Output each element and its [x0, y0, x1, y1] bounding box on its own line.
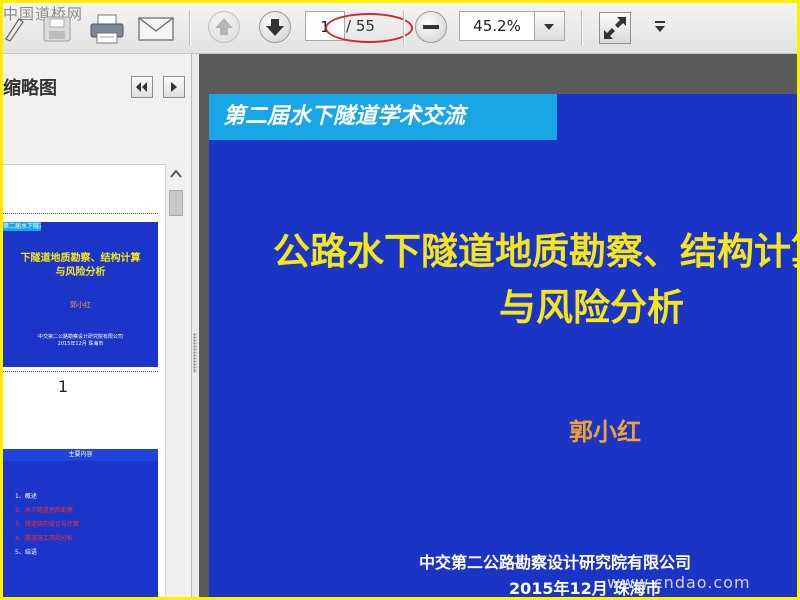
panel-options-button[interactable] — [163, 76, 185, 98]
full-screen-button[interactable] — [599, 12, 631, 44]
thumbnail-page-2[interactable]: 主要内容 1、概述 2、水下隧道地质勘察 3、隧道结构设计与计算 4、隧道施工风… — [3, 449, 158, 597]
collapse-panel-button[interactable] — [131, 76, 153, 98]
thumbnail-panel: 缩略图 第二届水下隧道学术交流 下隧道地质勘察、结构计算 与风险分析 郭小红 中… — [3, 54, 192, 597]
arrow-up-icon — [215, 18, 233, 35]
zoom-out-button[interactable] — [415, 11, 447, 43]
thumbnail-scrollbar[interactable] — [165, 164, 186, 597]
double-chevron-left-icon — [136, 82, 147, 92]
chevron-right-icon — [171, 82, 177, 92]
sign-pen-icon[interactable] — [3, 15, 25, 43]
red-highlight-ellipse — [325, 13, 413, 43]
slide-org: 中交第二公路勘察设计研究院有限公司 — [419, 553, 692, 572]
thumb-band: 第二届水下隧道学术交流 — [3, 222, 41, 231]
minus-icon — [423, 25, 439, 29]
thumb2-heading: 主要内容 — [3, 449, 158, 461]
thumb2-item: 3、隧道结构设计与计算 — [15, 521, 79, 528]
slide-band: 第二届水下隧道学术交流 — [209, 94, 557, 140]
thumbnail-page-1[interactable]: 第二届水下隧道学术交流 下隧道地质勘察、结构计算 与风险分析 郭小红 中交第二公… — [3, 222, 158, 367]
email-icon[interactable] — [137, 15, 175, 43]
thumb-org: 中交第二公路勘察设计研究院有限公司 2015年12月 珠海市 — [37, 334, 123, 347]
slide-author: 郭小红 — [569, 418, 641, 446]
arrow-down-icon — [266, 19, 284, 36]
thumbnail-page-label: 1 — [57, 377, 69, 396]
slide-page: 第二届水下隧道学术交流 公路水下隧道地质勘察、结构计算 与风险分析 郭小红 中交… — [209, 94, 797, 597]
save-icon[interactable] — [41, 13, 75, 45]
thumb2-item: 2、水下隧道地质勘察 — [15, 507, 73, 514]
thumb2-item: 4、隧道施工风险分析 — [15, 535, 73, 542]
scroll-thumb[interactable] — [169, 190, 183, 216]
next-page-button[interactable] — [259, 11, 291, 43]
scroll-up-icon[interactable] — [166, 164, 186, 184]
toolbar: 中国道桥网 1 / 55 45.2% — [3, 3, 797, 54]
panel-splitter[interactable] — [193, 333, 197, 373]
zoom-dropdown[interactable] — [535, 11, 565, 41]
thumb2-item: 1、概述 — [15, 493, 37, 500]
document-viewport[interactable]: 第二届水下隧道学术交流 公路水下隧道地质勘察、结构计算 与风险分析 郭小红 中交… — [199, 54, 797, 597]
slide-title: 公路水下隧道地质勘察、结构计算 与风险分析 — [273, 230, 797, 329]
previous-page-button[interactable] — [208, 11, 240, 43]
site-url-watermark: www.cndao.com — [607, 573, 751, 592]
toolbar-more-icon[interactable] — [653, 19, 667, 35]
expand-arrows-icon — [604, 17, 626, 39]
reader-window: 中国道桥网 1 / 55 45.2% 缩略图 第二届水下隧 下隧道地质勘察、结构… — [3, 3, 797, 597]
print-icon[interactable] — [89, 13, 125, 45]
thumb-title: 下隧道地质勘察、结构计算 与风险分析 — [20, 253, 141, 278]
panel-title: 缩略图 — [3, 78, 57, 99]
thumb-author: 郭小红 — [70, 301, 91, 309]
chevron-down-icon — [544, 24, 554, 30]
zoom-level-field[interactable]: 45.2% — [459, 11, 535, 41]
thumb2-item: 5、结语 — [15, 549, 37, 556]
thumbnail-list[interactable]: 第二届水下隧道学术交流 下隧道地质勘察、结构计算 与风险分析 郭小红 中交第二公… — [3, 164, 165, 597]
